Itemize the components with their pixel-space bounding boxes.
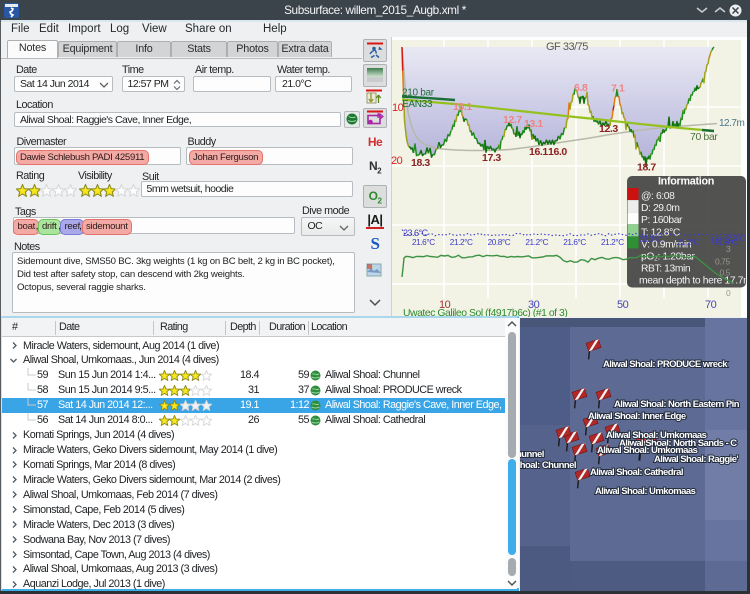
svg-text:@: 6:08: @: 6:08 bbox=[641, 191, 675, 202]
svg-text:16.1: 16.1 bbox=[529, 146, 548, 158]
svg-text:Aliwal Shoal: PRODUCE wreck: Aliwal Shoal: PRODUCE wreck bbox=[603, 359, 728, 370]
svg-text:22.0°C: 22.0°C bbox=[639, 235, 662, 244]
svg-text:2.6°C: 2.6°C bbox=[727, 234, 746, 243]
svg-text:Aliwal Shoal: North Eastern Pi: Aliwal Shoal: North Eastern Pin bbox=[614, 399, 740, 410]
svg-text:0.75: 0.75 bbox=[715, 257, 730, 267]
svg-text:12.7m: 12.7m bbox=[719, 118, 744, 129]
svg-text:Information: Information bbox=[658, 176, 714, 188]
svg-text:Shoal: Chunnel: Shoal: Chunnel bbox=[520, 460, 576, 471]
svg-text:GF 33/75: GF 33/75 bbox=[546, 41, 588, 53]
svg-text:0.5: 0.5 bbox=[720, 268, 731, 278]
svg-text:Aliwal Shoal: Raggie': Aliwal Shoal: Raggie' bbox=[654, 454, 738, 465]
svg-text:7.1: 7.1 bbox=[611, 83, 625, 95]
svg-text:21.6°C: 21.6°C bbox=[412, 238, 435, 247]
svg-text:1.6°C: 1.6°C bbox=[710, 236, 729, 245]
svg-text:17.3: 17.3 bbox=[482, 152, 501, 164]
svg-text:21.2°C: 21.2°C bbox=[601, 238, 624, 247]
svg-text:210 bar: 210 bar bbox=[402, 88, 435, 99]
svg-text:6.8: 6.8 bbox=[574, 82, 588, 94]
svg-text:70 bar: 70 bar bbox=[690, 131, 718, 143]
svg-text:Aliwal Shoal: Inner Edge: Aliwal Shoal: Inner Edge bbox=[588, 411, 686, 422]
svg-text:13.1: 13.1 bbox=[524, 118, 543, 130]
svg-text:Aliwal Shoal: Umkomaas: Aliwal Shoal: Umkomaas bbox=[595, 486, 696, 497]
svg-text:21.2°C: 21.2°C bbox=[525, 238, 548, 247]
svg-text:RBT: 13min: RBT: 13min bbox=[641, 264, 691, 275]
svg-text:70: 70 bbox=[705, 299, 717, 311]
svg-text:P: 160bar: P: 160bar bbox=[641, 215, 683, 226]
svg-text:Aliwal Shoal: Cathedral: Aliwal Shoal: Cathedral bbox=[590, 467, 683, 478]
svg-text:12.7: 12.7 bbox=[503, 114, 522, 126]
svg-text:21.2°C: 21.2°C bbox=[677, 238, 700, 247]
svg-text:20: 20 bbox=[391, 155, 403, 167]
svg-text:18.7: 18.7 bbox=[637, 162, 656, 174]
svg-text:10.1: 10.1 bbox=[453, 101, 472, 113]
svg-text:50: 50 bbox=[617, 299, 629, 311]
svg-text:23.6°C: 23.6°C bbox=[403, 228, 429, 238]
svg-text:20.8°C: 20.8°C bbox=[488, 238, 511, 247]
svg-text:hunnel: hunnel bbox=[520, 449, 544, 460]
svg-text:EAN33: EAN33 bbox=[402, 99, 433, 110]
svg-text:18.3: 18.3 bbox=[411, 157, 430, 169]
svg-text:21.2°C: 21.2°C bbox=[450, 238, 473, 247]
svg-text:12.3: 12.3 bbox=[599, 123, 618, 135]
svg-text:16.0: 16.0 bbox=[548, 146, 567, 158]
svg-text:D: 29.0m: D: 29.0m bbox=[641, 203, 680, 214]
svg-text:21.6°C: 21.6°C bbox=[563, 238, 586, 247]
